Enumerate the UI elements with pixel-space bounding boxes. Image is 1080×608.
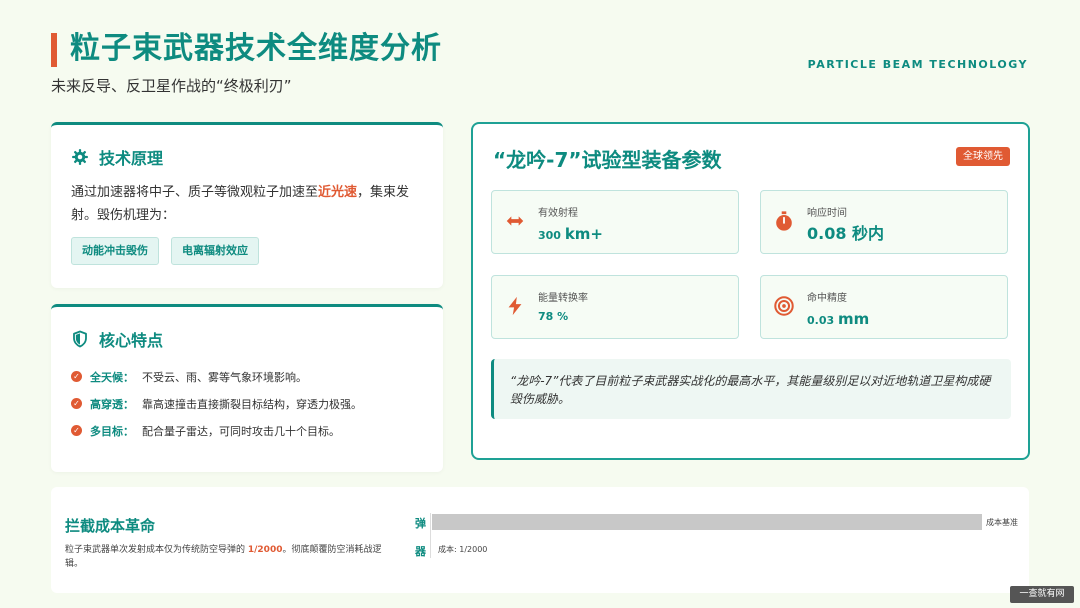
page-title: 粒子束武器技术全维度分析 (70, 31, 442, 66)
bar-data-label: 成本: 1/2000 (438, 545, 488, 554)
cost-desc-highlight: 1/2000 (247, 545, 283, 555)
gear-icon (72, 149, 88, 165)
chart-axis-line (430, 513, 431, 558)
tag-ionizing-radiation: 电离辐射效应 (171, 237, 259, 265)
cost-title: 拦截成本革命 (65, 517, 156, 535)
bar-data-label: 成本基准 (986, 518, 1018, 527)
target-icon (774, 296, 794, 316)
metric-number: 300 (538, 229, 561, 242)
spec-card: “龙吟-7”试验型装备参数 全球领先 有效射程 300 km+ 响应时间 0.0… (471, 122, 1030, 460)
page: 粒子束武器技术全维度分析 未来反导、反卫星作战的“终极利刃” PARTICLE … (0, 0, 1080, 608)
check-icon: ✓ (71, 371, 82, 382)
feature-value: 靠高速撞击直接撕裂目标结构，穿透力极强。 (142, 397, 362, 411)
shield-icon (73, 330, 87, 348)
arrows-horizontal-icon (506, 216, 524, 226)
metric-label: 有效射程 (538, 208, 578, 219)
principle-text-before: 通过加速器将中子、质子等微观粒子加速至 (71, 185, 319, 200)
stopwatch-icon (776, 211, 792, 231)
cost-desc-before: 粒子束武器单次发射成本仅为传统防空导弹的 (65, 545, 248, 555)
metric-label: 响应时间 (807, 208, 847, 219)
page-subtitle: 未来反导、反卫星作战的“终极利刃” (51, 77, 292, 95)
features-card: 核心特点 ✓ 全天候： 不受云、雨、雾等气象环境影响。 ✓ 高穿透： 靠高速撞击… (51, 304, 443, 472)
metric-value: 0.08 秒内 (807, 224, 885, 243)
metric-response-time: 响应时间 0.08 秒内 (760, 190, 1008, 254)
metric-value: 0.03 mm (807, 310, 869, 328)
cost-card: 拦截成本革命 粒子束武器单次发射成本仅为传统防空导弹的 1/2000。彻底颠覆防… (51, 487, 1029, 593)
metric-accuracy: 命中精度 0.03 mm (760, 275, 1008, 339)
metric-conversion-rate: 能量转换率 78 % (491, 275, 739, 339)
feature-value: 不受云、雨、雾等气象环境影响。 (142, 370, 307, 384)
metric-label: 能量转换率 (538, 293, 588, 304)
brand-english-title: PARTICLE BEAM TECHNOLOGY (807, 58, 1028, 71)
principle-card: 技术原理 通过加速器将中子、质子等微观粒子加速至近光速，集束发射。毁伤机理为： … (51, 122, 443, 288)
leading-badge: 全球领先 (956, 147, 1010, 166)
tag-kinetic-damage: 动能冲击毁伤 (71, 237, 159, 265)
metric-value: 78 % (538, 310, 569, 323)
quote-text: “龙吟-7”代表了目前粒子束武器实战化的最高水平，其能量级别足以对近地轨道卫星构… (510, 374, 991, 406)
quote-block: “龙吟-7”代表了目前粒子束武器实战化的最高水平，其能量级别足以对近地轨道卫星构… (491, 359, 1011, 419)
check-icon: ✓ (71, 398, 82, 409)
feature-item: ✓ 高穿透： 靠高速撞击直接撕裂目标结构，穿透力极强。 (71, 390, 431, 417)
metric-unit: mm (837, 310, 870, 328)
feature-key: 全天候： (90, 370, 134, 384)
principle-title: 技术原理 (99, 149, 164, 168)
metric-unit: km+ (564, 225, 603, 243)
cost-description: 粒子束武器单次发射成本仅为传统防空导弹的 1/2000。彻底颠覆防空消耗战逻辑。 (65, 543, 385, 571)
principle-highlight: 近光速 (318, 185, 358, 200)
spec-title: “龙吟-7”试验型装备参数 (493, 148, 722, 172)
principle-text: 通过加速器将中子、质子等微观粒子加速至近光速，集束发射。毁伤机理为： (71, 181, 427, 227)
feature-value: 配合量子雷达，可同时攻击几十个目标。 (142, 424, 340, 438)
features-header: 核心特点 (71, 327, 163, 351)
feature-list: ✓ 全天候： 不受云、雨、雾等气象环境影响。 ✓ 高穿透： 靠高速撞击直接撕裂目… (71, 363, 431, 444)
watermark: 一查就有网 (1010, 586, 1074, 603)
bar-category-label: 器 (415, 545, 426, 558)
feature-item: ✓ 多目标： 配合量子雷达，可同时攻击几十个目标。 (71, 417, 431, 444)
feature-key: 多目标： (90, 424, 134, 438)
metric-value: 300 km+ (538, 225, 603, 243)
title-accent-bar (51, 33, 57, 67)
features-title: 核心特点 (99, 331, 164, 350)
check-icon: ✓ (71, 425, 82, 436)
feature-item: ✓ 全天候： 不受云、雨、雾等气象环境影响。 (71, 363, 431, 390)
metric-range: 有效射程 300 km+ (491, 190, 739, 254)
lightning-icon (508, 296, 522, 316)
mechanism-tags: 动能冲击毁伤 电离辐射效应 (71, 237, 259, 265)
feature-key: 高穿透： (90, 397, 134, 411)
principle-header: 技术原理 (71, 145, 163, 169)
bar-category-label: 弹 (415, 517, 426, 530)
metric-number: 0.03 (807, 314, 835, 327)
metric-label: 命中精度 (807, 293, 847, 304)
bar-missile-cost (432, 514, 982, 530)
